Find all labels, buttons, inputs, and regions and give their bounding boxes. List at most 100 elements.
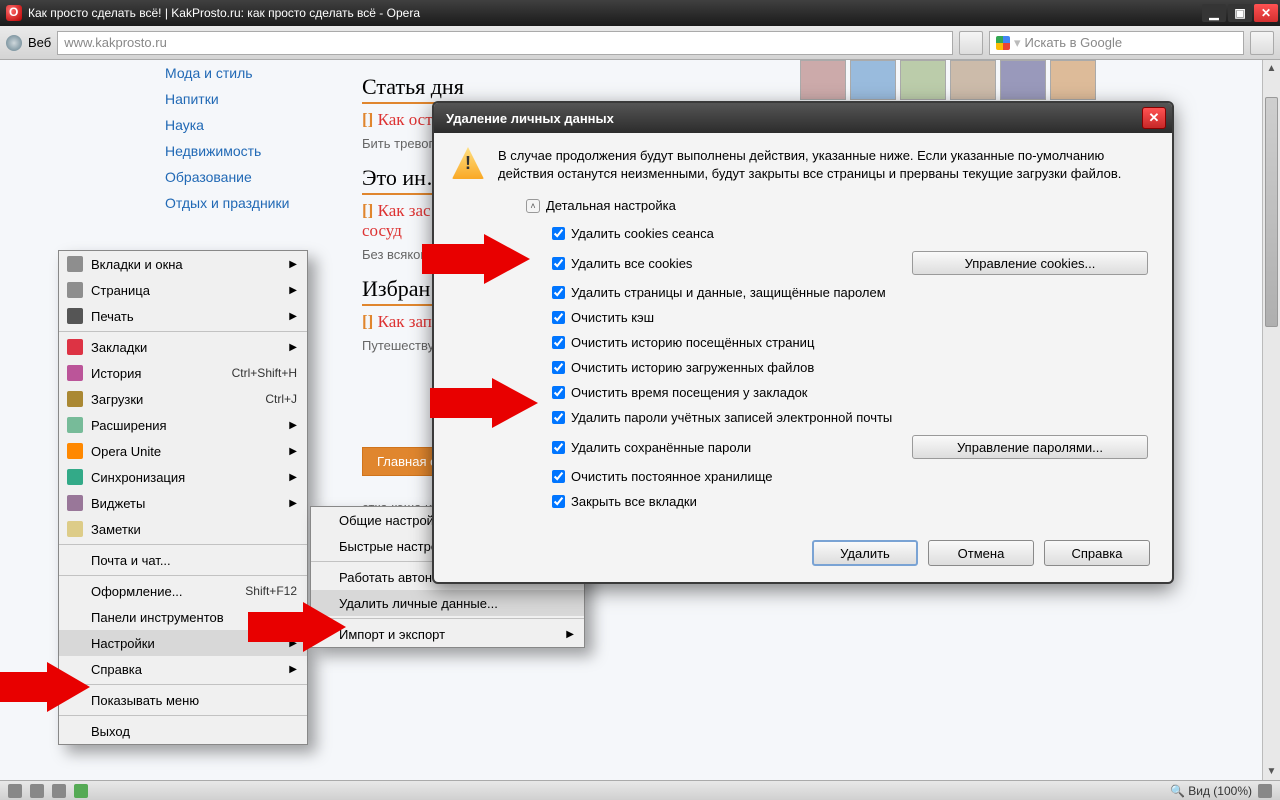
opera-main-menu[interactable]: Вкладки и окна▶Страница▶Печать▶ Закладки▶… (58, 250, 308, 745)
category-link[interactable]: Образование (155, 164, 355, 190)
scroll-up-icon[interactable]: ▲ (1263, 60, 1280, 77)
statusbar-icon[interactable] (74, 784, 88, 798)
category-link[interactable]: Недвижимость (155, 138, 355, 164)
window-titlebar: Как просто сделать всё! | KakProsto.ru: … (0, 0, 1280, 26)
option-label: Очистить время посещения у закладок (571, 385, 807, 400)
vertical-scrollbar[interactable]: ▲ ▼ (1262, 60, 1280, 780)
dialog-title: Удаление личных данных (446, 111, 614, 126)
option-label: Очистить историю загруженных файлов (571, 360, 814, 375)
section-heading: Статья дня (362, 74, 802, 100)
scroll-thumb[interactable] (1265, 97, 1278, 327)
status-bar: 🔍 Вид (100%) (0, 780, 1280, 800)
detailed-setup-toggle[interactable]: ˄ Детальная настройка (458, 192, 1148, 221)
dialog-close-button[interactable]: ✕ (1142, 107, 1166, 129)
dialog-warning-text: В случае продолжения будут выполнены дей… (498, 147, 1154, 182)
manage-button[interactable]: Управление cookies... (912, 251, 1148, 275)
category-link[interactable]: Отдых и праздники (155, 190, 355, 216)
option-label: Удалить сохранённые пароли (571, 440, 751, 455)
category-link[interactable]: Мода и стиль (155, 60, 355, 86)
dialog-option-row: Очистить историю загруженных файлов (458, 355, 1148, 380)
option-checkbox[interactable] (552, 495, 565, 508)
option-label: Очистить историю посещённых страниц (571, 335, 814, 350)
address-label: Веб (28, 35, 51, 50)
chevron-up-icon: ˄ (526, 199, 540, 213)
dialog-option-row: Очистить историю посещённых страниц (458, 330, 1148, 355)
submenu-item[interactable]: Импорт и экспорт▶ (311, 621, 584, 647)
dialog-option-row: Закрыть все вкладки (458, 489, 1148, 514)
help-button[interactable]: Справка (1044, 540, 1150, 566)
dialog-option-row: Удалить страницы и данные, защищённые па… (458, 280, 1148, 305)
category-link[interactable]: Напитки (155, 86, 355, 112)
option-checkbox[interactable] (552, 311, 565, 324)
menu-item[interactable]: Opera Unite▶ (59, 438, 307, 464)
statusbar-icon[interactable] (30, 784, 44, 798)
submenu-item[interactable]: Удалить личные данные... (311, 590, 584, 616)
window-title: Как просто сделать всё! | KakProsto.ru: … (28, 6, 1196, 20)
url-input[interactable]: www.kakprosto.ru (57, 31, 953, 55)
dialog-option-row: Очистить кэш (458, 305, 1148, 330)
menu-item[interactable]: Расширения▶ (59, 412, 307, 438)
search-dropdown[interactable] (1250, 31, 1274, 55)
option-checkbox[interactable] (552, 411, 565, 424)
address-bar: Веб www.kakprosto.ru ▾ Искать в Google (0, 26, 1280, 60)
delete-private-data-dialog: Удаление личных данных ✕ В случае продол… (432, 101, 1174, 584)
statusbar-icon[interactable] (52, 784, 66, 798)
minimize-button[interactable]: ▁ (1202, 4, 1226, 22)
menu-item[interactable]: Заметки (59, 516, 307, 542)
menu-item[interactable]: Вкладки и окна▶ (59, 251, 307, 277)
statusbar-icon[interactable] (1258, 784, 1272, 798)
menu-item[interactable]: Закладки▶ (59, 334, 307, 360)
option-checkbox[interactable] (552, 470, 565, 483)
option-checkbox[interactable] (552, 361, 565, 374)
google-icon (996, 36, 1010, 50)
addressbar-dropdown[interactable] (959, 31, 983, 55)
delete-button[interactable]: Удалить (812, 540, 918, 566)
option-label: Закрыть все вкладки (571, 494, 697, 509)
menu-item[interactable]: Показывать меню (59, 687, 307, 713)
manage-button[interactable]: Управление паролями... (912, 435, 1148, 459)
menu-item[interactable]: Панели инструментов▶ (59, 604, 307, 630)
category-link[interactable]: Наука (155, 112, 355, 138)
option-label: Очистить кэш (571, 310, 654, 325)
opera-icon (6, 5, 22, 21)
menu-item[interactable]: ИсторияCtrl+Shift+H (59, 360, 307, 386)
zoom-indicator[interactable]: 🔍 Вид (100%) (1170, 784, 1252, 798)
option-label: Удалить все cookies (571, 256, 692, 271)
menu-item[interactable]: Синхронизация▶ (59, 464, 307, 490)
globe-icon (6, 35, 22, 51)
dialog-option-row: Очистить время посещения у закладок (458, 380, 1148, 405)
cancel-button[interactable]: Отмена (928, 540, 1034, 566)
window-close-button[interactable]: ✕ (1254, 4, 1278, 22)
statusbar-icon[interactable] (8, 784, 22, 798)
menu-item[interactable]: Страница▶ (59, 277, 307, 303)
menu-item[interactable]: ЗагрузкиCtrl+J (59, 386, 307, 412)
menu-item[interactable]: Почта и чат... (59, 547, 307, 573)
menu-item[interactable]: Оформление...Shift+F12 (59, 578, 307, 604)
option-checkbox[interactable] (552, 286, 565, 299)
maximize-button[interactable]: ▣ (1228, 4, 1252, 22)
option-checkbox[interactable] (552, 257, 565, 270)
dialog-option-row: Удалить пароли учётных записей электронн… (458, 405, 1148, 430)
dialog-option-row: Удалить все cookies Управление cookies... (458, 246, 1148, 280)
dialog-option-row: Очистить постоянное хранилище (458, 464, 1148, 489)
dialog-option-row: Удалить cookies сеанса (458, 221, 1148, 246)
option-checkbox[interactable] (552, 441, 565, 454)
option-label: Удалить пароли учётных записей электронн… (571, 410, 892, 425)
warning-icon (452, 147, 484, 179)
option-checkbox[interactable] (552, 336, 565, 349)
menu-item[interactable]: Выход (59, 718, 307, 744)
avatar-strip (800, 60, 1096, 100)
menu-item[interactable]: Виджеты▶ (59, 490, 307, 516)
dialog-option-row: Удалить сохранённые пароли Управление пар… (458, 430, 1148, 464)
option-label: Удалить страницы и данные, защищённые па… (571, 285, 886, 300)
dialog-titlebar: Удаление личных данных ✕ (434, 103, 1172, 133)
menu-item[interactable]: Справка▶ (59, 656, 307, 682)
option-label: Удалить cookies сеанса (571, 226, 714, 241)
menu-item[interactable]: Настройки▶ (59, 630, 307, 656)
search-input[interactable]: ▾ Искать в Google (989, 31, 1244, 55)
option-checkbox[interactable] (552, 386, 565, 399)
scroll-down-icon[interactable]: ▼ (1263, 763, 1280, 780)
option-checkbox[interactable] (552, 227, 565, 240)
menu-item[interactable]: Печать▶ (59, 303, 307, 329)
option-label: Очистить постоянное хранилище (571, 469, 773, 484)
